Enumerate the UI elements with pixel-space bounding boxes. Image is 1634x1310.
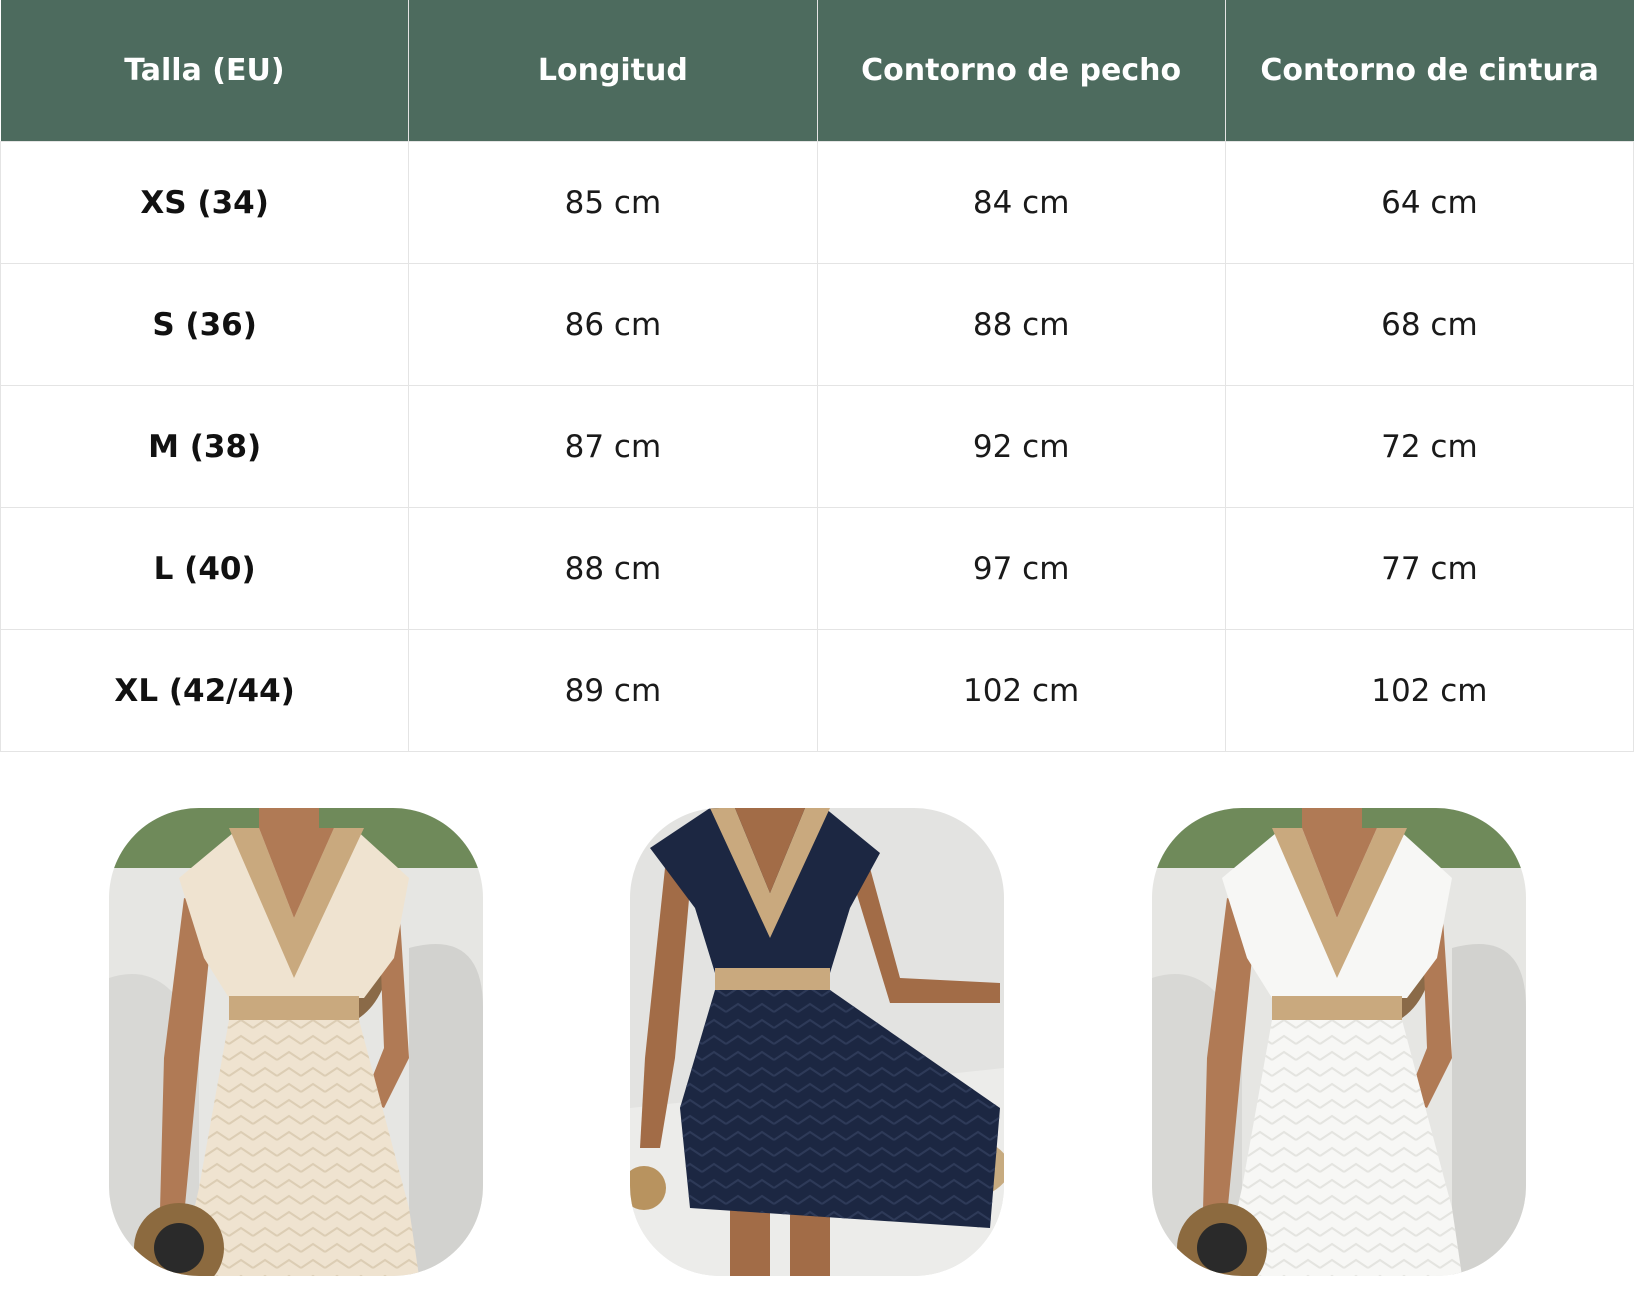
- length-cell: 85 cm: [408, 141, 818, 264]
- chest-cell: 102 cm: [816, 629, 1226, 752]
- white-dress-photo: [1152, 808, 1526, 1276]
- table-row: L (40) 88 cm 97 cm 77 cm: [0, 507, 1634, 630]
- chest-cell: 92 cm: [816, 385, 1226, 508]
- header-waist: Contorno de cintura: [1225, 0, 1634, 142]
- waist-cell: 102 cm: [1224, 629, 1634, 752]
- navy-dress-photo: [630, 808, 1004, 1276]
- size-cell: M (38): [0, 385, 410, 508]
- chest-cell: 97 cm: [816, 507, 1226, 630]
- header-length: Longitud: [408, 0, 818, 142]
- beige-dress-photo: [109, 808, 483, 1276]
- waist-cell: 72 cm: [1224, 385, 1634, 508]
- table-row: M (38) 87 cm 92 cm 72 cm: [0, 385, 1634, 508]
- waist-cell: 77 cm: [1224, 507, 1634, 630]
- header-size: Talla (EU): [0, 0, 410, 142]
- table-row: S (36) 86 cm 88 cm 68 cm: [0, 263, 1634, 386]
- length-cell: 89 cm: [408, 629, 818, 752]
- length-cell: 87 cm: [408, 385, 818, 508]
- waist-cell: 64 cm: [1224, 141, 1634, 264]
- table-header-row: Talla (EU) Longitud Contorno de pecho Co…: [0, 0, 1634, 142]
- waist-cell: 68 cm: [1224, 263, 1634, 386]
- chest-cell: 88 cm: [816, 263, 1226, 386]
- table-row: XL (42/44) 89 cm 102 cm 102 cm: [0, 629, 1634, 752]
- table-row: XS (34) 85 cm 84 cm 64 cm: [0, 141, 1634, 264]
- size-cell: S (36): [0, 263, 410, 386]
- chest-cell: 84 cm: [816, 141, 1226, 264]
- size-cell: XL (42/44): [0, 629, 410, 752]
- size-cell: L (40): [0, 507, 410, 630]
- header-chest: Contorno de pecho: [817, 0, 1226, 142]
- length-cell: 88 cm: [408, 507, 818, 630]
- length-cell: 86 cm: [408, 263, 818, 386]
- size-chart-table: Talla (EU) Longitud Contorno de pecho Co…: [0, 0, 1634, 752]
- size-cell: XS (34): [0, 141, 410, 264]
- product-photos: [0, 808, 1634, 1276]
